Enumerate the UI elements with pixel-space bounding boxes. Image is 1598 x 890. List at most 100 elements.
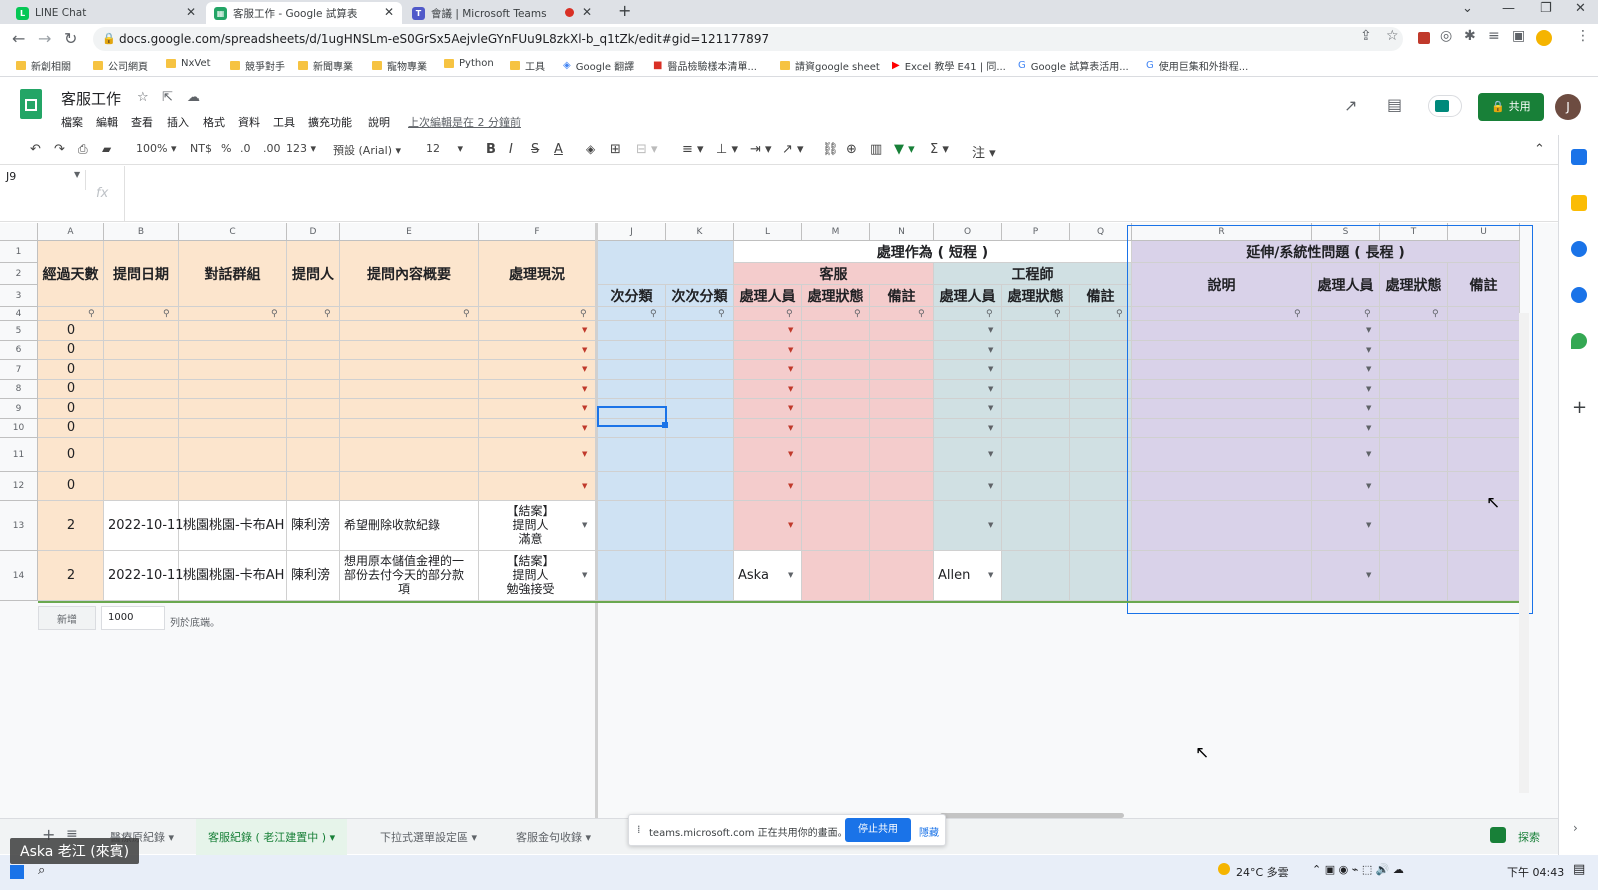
cell[interactable]	[666, 380, 734, 399]
cell[interactable]	[598, 321, 666, 341]
close-icon[interactable]: ✕	[582, 5, 592, 19]
bookmark-folder[interactable]: 工具	[510, 58, 545, 73]
cell[interactable]	[870, 472, 934, 501]
cell[interactable]	[179, 438, 287, 472]
cell[interactable]	[1002, 419, 1070, 438]
cell[interactable]	[666, 501, 734, 551]
bookmark-link[interactable]: ◈ Google 翻譯	[563, 58, 634, 73]
chevron-down-icon[interactable]: ▼	[788, 450, 793, 458]
row-header-7[interactable]: 7	[0, 360, 38, 380]
selected-cell-j9[interactable]	[597, 406, 667, 427]
avatar[interactable]: J	[1555, 94, 1581, 120]
cell[interactable]	[479, 307, 596, 321]
side-panel-icon[interactable]: ▣	[1512, 28, 1525, 44]
chevron-down-icon[interactable]: ▼	[988, 482, 993, 490]
row-header-3[interactable]: 3	[0, 285, 38, 307]
cell[interactable]	[1070, 380, 1132, 399]
name-box[interactable]: J9 ▼	[6, 170, 86, 190]
cell[interactable]	[479, 360, 596, 380]
cell[interactable]	[598, 501, 666, 551]
cell[interactable]	[870, 501, 934, 551]
share-page-icon[interactable]: ⇪	[1360, 28, 1372, 44]
cell[interactable]	[1070, 341, 1132, 360]
stop-sharing-button[interactable]: 停止共用	[845, 818, 911, 842]
cloud-status-icon[interactable]: ☁	[187, 90, 200, 105]
cell[interactable]	[802, 438, 870, 472]
bookmark-folder[interactable]: 新創相關	[16, 58, 71, 73]
cell[interactable]	[598, 360, 666, 380]
filter-icon[interactable]: ⚲	[918, 309, 925, 319]
filter-icon[interactable]: ⚲	[718, 309, 725, 319]
column-header-p[interactable]: P	[1002, 223, 1070, 241]
cell[interactable]	[340, 399, 479, 419]
chevron-down-icon[interactable]: ▼	[988, 450, 993, 458]
column-header-j[interactable]: J	[598, 223, 666, 241]
cell[interactable]	[1002, 438, 1070, 472]
sheets-logo-icon[interactable]	[20, 89, 42, 119]
cell[interactable]	[287, 399, 340, 419]
cell[interactable]	[870, 360, 934, 380]
cell[interactable]	[479, 419, 596, 438]
column-header-q[interactable]: Q	[1070, 223, 1132, 241]
chevron-down-icon[interactable]: ▼	[582, 424, 587, 432]
tab-search-icon[interactable]: ⌄	[1462, 1, 1473, 16]
cell[interactable]	[104, 321, 179, 341]
extension-icon[interactable]	[1418, 32, 1430, 44]
cell[interactable]	[1002, 380, 1070, 399]
browser-tab-line[interactable]: L LINE Chat ✕	[8, 2, 204, 24]
profile-icon[interactable]	[1536, 30, 1552, 46]
column-header-n[interactable]: N	[870, 223, 934, 241]
filter-icon[interactable]: ⚲	[463, 309, 470, 319]
cell[interactable]	[870, 551, 934, 601]
cell[interactable]	[104, 472, 179, 501]
cell[interactable]	[179, 419, 287, 438]
filter-icon[interactable]: ⚲	[580, 309, 587, 319]
insert-comment-icon[interactable]: ⊕	[846, 142, 857, 157]
cell[interactable]	[340, 307, 479, 321]
cell[interactable]	[479, 321, 596, 341]
bookmark-link[interactable]: ▶ Excel 教學 E41 | 同...	[892, 58, 1006, 73]
chevron-down-icon[interactable]: ▼	[582, 346, 587, 354]
cell[interactable]	[1002, 501, 1070, 551]
chevron-right-icon[interactable]: ›	[1573, 821, 1578, 835]
column-header-c[interactable]: C	[179, 223, 287, 241]
cell[interactable]	[1070, 551, 1132, 601]
drag-handle-icon[interactable]: ⁞	[637, 823, 641, 836]
comments-icon[interactable]: ▤	[1387, 95, 1402, 114]
select-all-corner[interactable]	[0, 223, 38, 241]
vertical-scrollbar[interactable]	[1519, 313, 1529, 793]
chevron-down-icon[interactable]: ▼	[582, 385, 587, 393]
sheet-tab[interactable]: 客服金句收錄 ▾	[516, 829, 591, 845]
cell[interactable]	[287, 307, 340, 321]
menu-kebab-icon[interactable]: ⋮	[1576, 28, 1590, 44]
cell[interactable]	[802, 321, 870, 341]
cell[interactable]	[802, 419, 870, 438]
cell[interactable]	[802, 341, 870, 360]
cell[interactable]	[340, 341, 479, 360]
cell[interactable]	[870, 321, 934, 341]
cell[interactable]	[666, 419, 734, 438]
filter-icon[interactable]: ⚲	[786, 309, 793, 319]
menu-insert[interactable]: 插入	[167, 114, 189, 130]
browser-tab-sheets[interactable]: ▦ 客服工作 - Google 試算表 ✕	[206, 2, 402, 24]
cell[interactable]	[666, 360, 734, 380]
chevron-down-icon[interactable]: ▼	[788, 424, 793, 432]
keep-icon[interactable]	[1571, 195, 1587, 211]
row-header-5[interactable]: 5	[0, 321, 38, 341]
cell[interactable]	[340, 360, 479, 380]
cell[interactable]	[287, 438, 340, 472]
close-icon[interactable]: ✕	[186, 5, 196, 19]
menu-edit[interactable]: 編輯	[96, 114, 118, 130]
filter-icon[interactable]: ⚲	[1054, 309, 1061, 319]
chevron-down-icon[interactable]: ▼	[788, 521, 793, 529]
cell[interactable]	[666, 438, 734, 472]
chevron-down-icon[interactable]: ▼	[788, 482, 793, 490]
cell[interactable]	[1002, 551, 1070, 601]
search-icon[interactable]: ⌕	[38, 863, 45, 878]
browser-tab-teams[interactable]: T 會議 | Microsoft Teams ✕	[404, 2, 600, 24]
italic-icon[interactable]: I	[509, 142, 513, 157]
filter-icon[interactable]: ⚲	[88, 309, 95, 319]
cell[interactable]	[179, 341, 287, 360]
chevron-down-icon[interactable]: ▼	[582, 365, 587, 373]
filter-icon[interactable]: ⚲	[324, 309, 331, 319]
